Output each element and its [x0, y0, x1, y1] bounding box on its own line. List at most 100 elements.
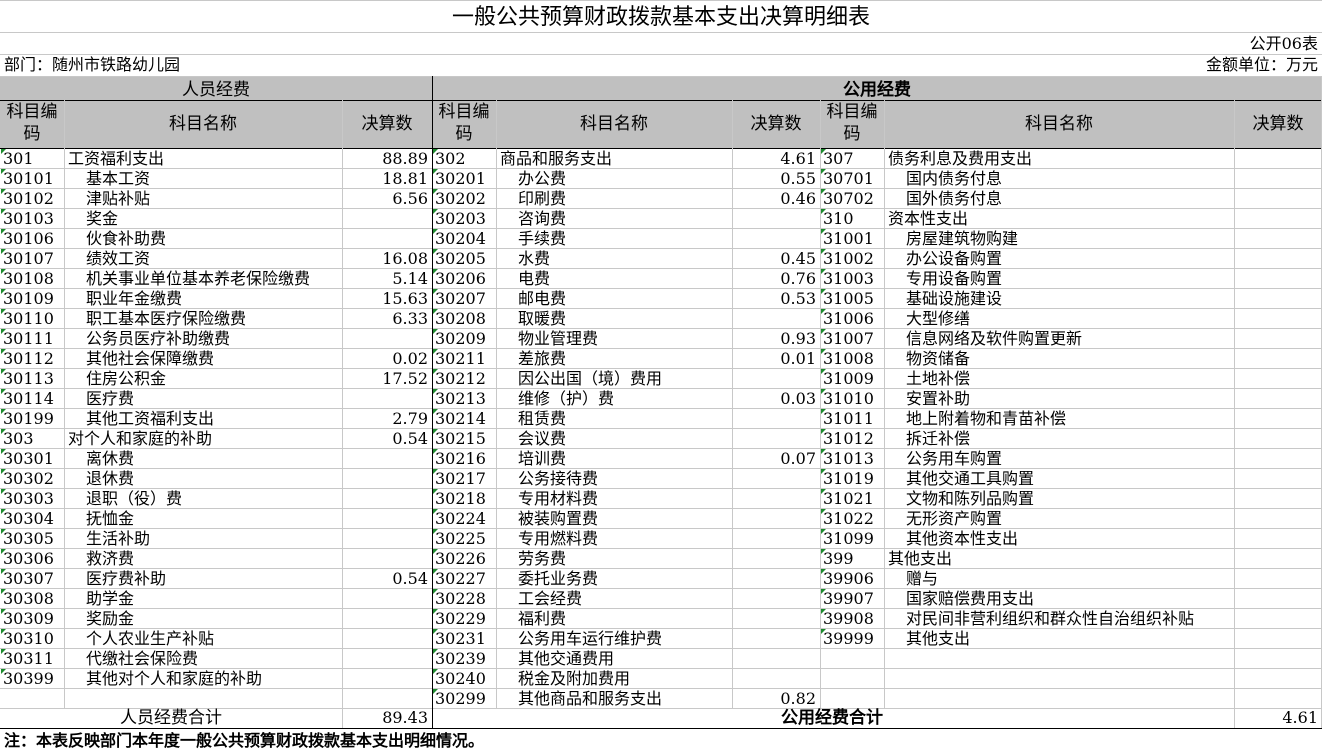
- cell-name[interactable]: 专用燃料费: [518, 529, 748, 549]
- cell-amount[interactable]: 88.89: [342, 149, 428, 169]
- cell-code[interactable]: 30202: [435, 189, 495, 209]
- cell-name[interactable]: 拆迁补偿: [906, 429, 1250, 449]
- cell-amount[interactable]: 0.01: [732, 349, 816, 369]
- cell-name[interactable]: 其他支出: [888, 549, 1232, 569]
- cell-amount[interactable]: 0.55: [732, 169, 816, 189]
- cell-name[interactable]: 水费: [518, 249, 748, 269]
- cell-name[interactable]: 助学金: [86, 589, 358, 609]
- cell-name[interactable]: 取暖费: [518, 309, 748, 329]
- cell-name[interactable]: 个人农业生产补贴: [86, 629, 358, 649]
- cell-amount[interactable]: 0.53: [732, 289, 816, 309]
- cell-name[interactable]: 差旅费: [518, 349, 748, 369]
- cell-code[interactable]: 30203: [435, 209, 495, 229]
- cell-code[interactable]: 30102: [3, 189, 63, 209]
- cell-amount[interactable]: 0.54: [342, 429, 428, 449]
- cell-name[interactable]: 物业管理费: [518, 329, 748, 349]
- cell-name[interactable]: 大型修缮: [906, 309, 1250, 329]
- cell-code[interactable]: 30218: [435, 489, 495, 509]
- cell-name[interactable]: 公务用车购置: [906, 449, 1250, 469]
- cell-amount[interactable]: 0.45: [732, 249, 816, 269]
- cell-code[interactable]: 30112: [3, 349, 63, 369]
- cell-name[interactable]: 专用设备购置: [906, 269, 1250, 289]
- cell-code[interactable]: 30702: [823, 189, 883, 209]
- cell-code[interactable]: 31003: [823, 269, 883, 289]
- cell-code[interactable]: 399: [823, 549, 883, 569]
- cell-code[interactable]: 31006: [823, 309, 883, 329]
- cell-code[interactable]: 30299: [435, 689, 495, 709]
- cell-amount[interactable]: 0.54: [342, 569, 428, 589]
- cell-name[interactable]: 伙食补助费: [86, 229, 358, 249]
- cell-code[interactable]: 30228: [435, 589, 495, 609]
- cell-code[interactable]: 30311: [3, 649, 63, 669]
- cell-code[interactable]: 39907: [823, 589, 883, 609]
- cell-name[interactable]: 文物和陈列品购置: [906, 489, 1250, 509]
- cell-code[interactable]: 31007: [823, 329, 883, 349]
- cell-code[interactable]: 30106: [3, 229, 63, 249]
- cell-name[interactable]: 国内债务付息: [906, 169, 1250, 189]
- cell-code[interactable]: 30212: [435, 369, 495, 389]
- cell-name[interactable]: 基础设施建设: [906, 289, 1250, 309]
- cell-amount[interactable]: 0.02: [342, 349, 428, 369]
- cell-name[interactable]: 离休费: [86, 449, 358, 469]
- cell-code[interactable]: 30229: [435, 609, 495, 629]
- cell-code[interactable]: 39908: [823, 609, 883, 629]
- cell-code[interactable]: 30224: [435, 509, 495, 529]
- cell-code[interactable]: 31021: [823, 489, 883, 509]
- cell-name[interactable]: 奖金: [86, 209, 358, 229]
- cell-name[interactable]: 对民间非营利组织和群众性自治组织补贴: [906, 609, 1250, 629]
- cell-amount[interactable]: 17.52: [342, 369, 428, 389]
- cell-code[interactable]: 30216: [435, 449, 495, 469]
- cell-code[interactable]: 31019: [823, 469, 883, 489]
- cell-code[interactable]: 30206: [435, 269, 495, 289]
- cell-code[interactable]: 30114: [3, 389, 63, 409]
- cell-code[interactable]: 30240: [435, 669, 495, 689]
- cell-code[interactable]: 30305: [3, 529, 63, 549]
- cell-name[interactable]: 培训费: [518, 449, 748, 469]
- cell-name[interactable]: 绩效工资: [86, 249, 358, 269]
- cell-name[interactable]: 委托业务费: [518, 569, 748, 589]
- cell-amount[interactable]: 4.61: [732, 149, 816, 169]
- cell-code[interactable]: 31022: [823, 509, 883, 529]
- cell-name[interactable]: 救济费: [86, 549, 358, 569]
- cell-name[interactable]: 会议费: [518, 429, 748, 449]
- cell-name[interactable]: 房屋建筑物购建: [906, 229, 1250, 249]
- cell-name[interactable]: 退职（役）费: [86, 489, 358, 509]
- cell-name[interactable]: 其他交通费用: [518, 649, 748, 669]
- cell-name[interactable]: 资本性支出: [888, 209, 1232, 229]
- cell-name[interactable]: 电费: [518, 269, 748, 289]
- cell-amount[interactable]: 0.07: [732, 449, 816, 469]
- cell-name[interactable]: 维修（护）费: [518, 389, 748, 409]
- cell-name[interactable]: 机关事业单位基本养老保险缴费: [86, 269, 358, 289]
- cell-code[interactable]: 30205: [435, 249, 495, 269]
- cell-code[interactable]: 30307: [3, 569, 63, 589]
- cell-code[interactable]: 30701: [823, 169, 883, 189]
- cell-name[interactable]: 咨询费: [518, 209, 748, 229]
- cell-code[interactable]: 31013: [823, 449, 883, 469]
- cell-name[interactable]: 职业年金缴费: [86, 289, 358, 309]
- cell-name[interactable]: 其他资本性支出: [906, 529, 1250, 549]
- cell-code[interactable]: 30101: [3, 169, 63, 189]
- cell-code[interactable]: 30108: [3, 269, 63, 289]
- cell-name[interactable]: 职工基本医疗保险缴费: [86, 309, 358, 329]
- public-total-value[interactable]: 4.61: [1234, 708, 1318, 728]
- cell-name[interactable]: 专用材料费: [518, 489, 748, 509]
- cell-code[interactable]: 30301: [3, 449, 63, 469]
- cell-code[interactable]: 39906: [823, 569, 883, 589]
- cell-amount[interactable]: 5.14: [342, 269, 428, 289]
- cell-amount[interactable]: 18.81: [342, 169, 428, 189]
- cell-code[interactable]: 31001: [823, 229, 883, 249]
- cell-name[interactable]: 手续费: [518, 229, 748, 249]
- cell-code[interactable]: 30214: [435, 409, 495, 429]
- cell-name[interactable]: 基本工资: [86, 169, 358, 189]
- cell-code[interactable]: 30303: [3, 489, 63, 509]
- cell-name[interactable]: 其他社会保障缴费: [86, 349, 358, 369]
- cell-name[interactable]: 抚恤金: [86, 509, 358, 529]
- cell-code[interactable]: 30107: [3, 249, 63, 269]
- cell-name[interactable]: 国外债务付息: [906, 189, 1250, 209]
- cell-code[interactable]: 30399: [3, 669, 63, 689]
- cell-code[interactable]: 30208: [435, 309, 495, 329]
- cell-name[interactable]: 债务利息及费用支出: [888, 149, 1232, 169]
- cell-code[interactable]: 30231: [435, 629, 495, 649]
- cell-name[interactable]: 土地补偿: [906, 369, 1250, 389]
- cell-name[interactable]: 生活补助: [86, 529, 358, 549]
